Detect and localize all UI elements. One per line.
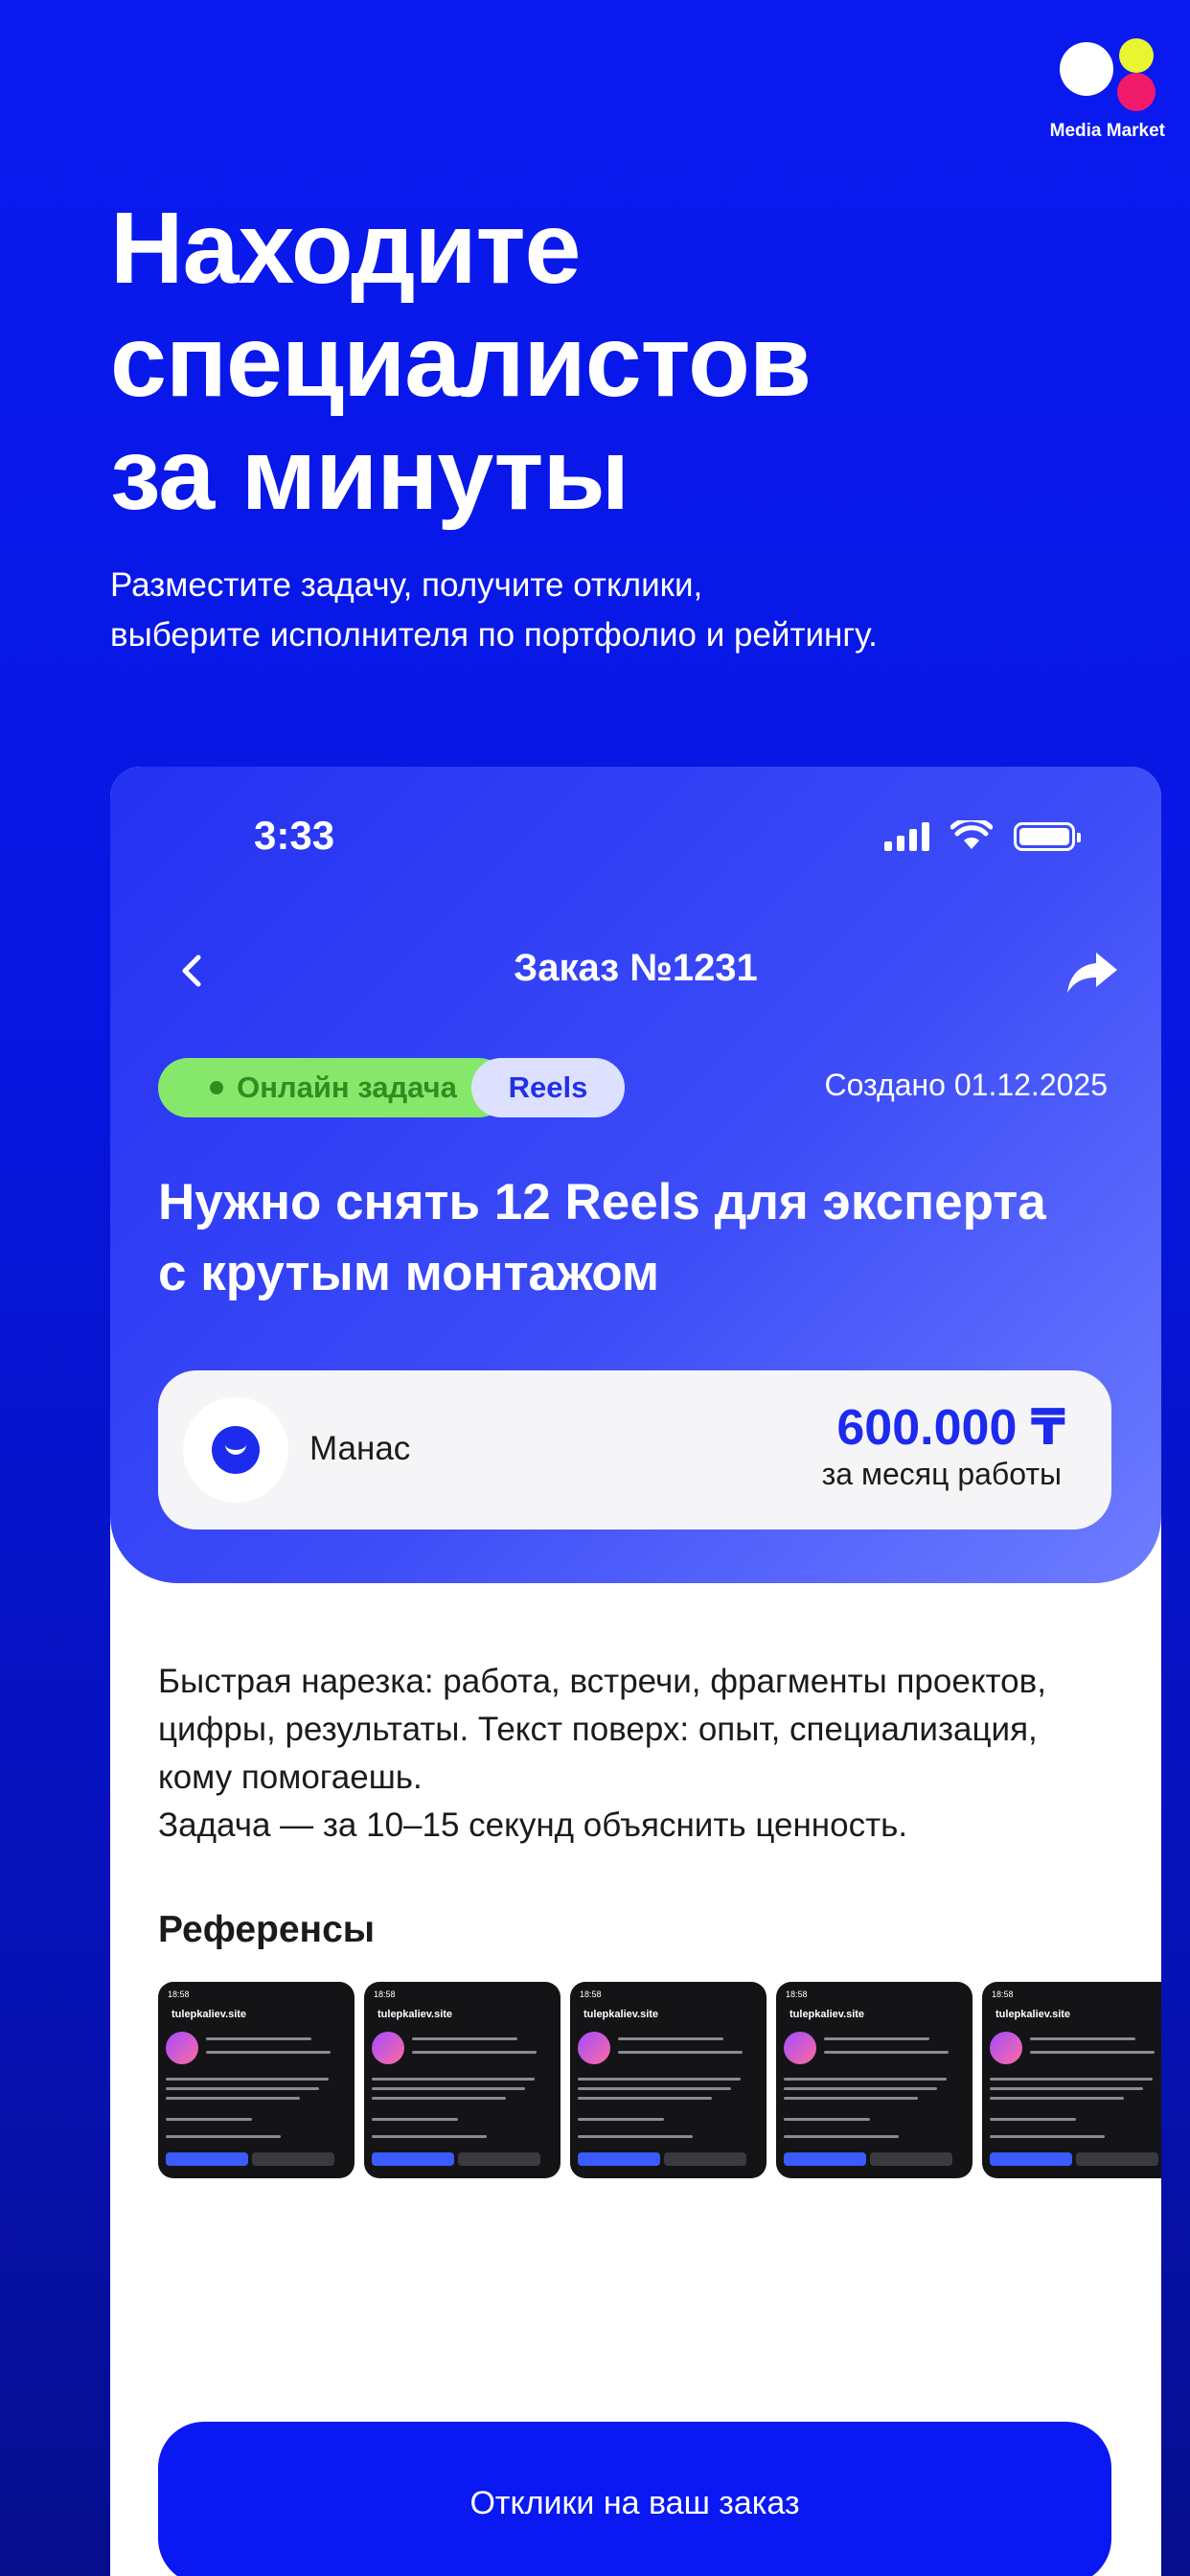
ref-username: tulepkaliev.site xyxy=(584,2009,659,2020)
order-description: Быстрая нарезка: работа, встречи, фрагме… xyxy=(158,1658,1126,1850)
brand-name: Media Market xyxy=(1049,121,1165,141)
hero-subtitle-line: выберите исполнителя по портфолио и рейт… xyxy=(110,616,878,654)
ref-username: tulepkaliev.site xyxy=(995,2009,1071,2020)
tag-reels: Reels xyxy=(471,1058,625,1117)
ref-username: tulepkaliev.site xyxy=(172,2009,247,2020)
price-note: за месяц работы xyxy=(821,1457,1062,1491)
order-title-line: с крутым монтажом xyxy=(158,1245,660,1301)
description-line: кому помогаешь. xyxy=(158,1759,423,1796)
hero-subtitle: Разместите задачу, получите отклики, выб… xyxy=(110,561,1116,660)
ref-time: 18:58 xyxy=(168,1990,190,1999)
logo-dot-white xyxy=(1060,42,1113,96)
customer-name: Манас xyxy=(309,1430,411,1467)
description-line: цифры, результаты. Текст поверх: опыт, с… xyxy=(158,1711,1038,1748)
references-list: 18:58 tulepkaliev.site 18:58 tulepkaliev… xyxy=(158,1982,1161,2178)
cellular-signal-icon xyxy=(884,822,929,851)
hero-title-line: Находите xyxy=(110,192,581,305)
description-line: Быстрая нарезка: работа, встречи, фрагме… xyxy=(158,1663,1046,1700)
avatar xyxy=(183,1397,288,1503)
phone-mockup: 3:33 Заказ №1231 Онлайн задача Reels Соз… xyxy=(110,767,1161,2576)
description-line: Задача — за 10–15 секунд объяснить ценно… xyxy=(158,1806,908,1844)
battery-icon xyxy=(1014,822,1081,851)
order-title-line: Нужно снять 12 Reels для эксперта xyxy=(158,1174,1046,1230)
hero-subtitle-line: Разместите задачу, получите отклики, xyxy=(110,566,703,604)
ref-avatar xyxy=(784,2032,816,2064)
ref-time: 18:58 xyxy=(580,1990,602,1999)
created-date: Создано 01.12.2025 xyxy=(824,1068,1109,1102)
ref-time: 18:58 xyxy=(786,1990,808,1999)
ref-avatar xyxy=(578,2032,610,2064)
customer-card[interactable]: Манас 600.000 ₸ за месяц работы xyxy=(158,1370,1111,1530)
media-market-logo: Media Market xyxy=(1050,38,1165,144)
ref-time: 18:58 xyxy=(992,1990,1014,1999)
price: 600.000 ₸ xyxy=(836,1400,1065,1456)
ref-avatar xyxy=(166,2032,198,2064)
tag-online-label: Онлайн задача xyxy=(237,1070,457,1104)
ref-avatar xyxy=(372,2032,404,2064)
order-title: Нужно снять 12 Reels для эксперта с крут… xyxy=(158,1167,1116,1309)
logo-dot-pink xyxy=(1117,73,1156,111)
share-arrow-icon[interactable] xyxy=(1065,951,1119,995)
status-icons xyxy=(884,820,1081,851)
reference-thumbnail[interactable]: 18:58 tulepkaliev.site xyxy=(158,1982,355,2178)
logo-dot-yellow xyxy=(1119,38,1154,73)
ref-avatar xyxy=(990,2032,1022,2064)
ref-username: tulepkaliev.site xyxy=(790,2009,865,2020)
tag-online-task: Онлайн задача xyxy=(158,1058,509,1117)
reference-thumbnail[interactable]: 18:58 tulepkaliev.site xyxy=(570,1982,767,2178)
reference-thumbnail[interactable]: 18:58 tulepkaliev.site xyxy=(364,1982,561,2178)
hero-title: Находите специалистов за минуты xyxy=(110,192,1068,531)
reference-thumbnail[interactable]: 18:58 tulepkaliev.site xyxy=(982,1982,1161,2178)
order-number-title: Заказ №1231 xyxy=(514,947,758,989)
smile-icon xyxy=(212,1426,260,1474)
reference-thumbnail[interactable]: 18:58 tulepkaliev.site xyxy=(776,1982,973,2178)
wifi-icon xyxy=(950,820,993,849)
ref-time: 18:58 xyxy=(374,1990,396,1999)
hero-title-line: специалистов xyxy=(110,305,812,418)
references-title: Референсы xyxy=(158,1909,376,1950)
order-header: 3:33 Заказ №1231 Онлайн задача Reels Соз… xyxy=(110,767,1161,1583)
status-time: 3:33 xyxy=(254,813,335,858)
online-dot-icon xyxy=(210,1081,224,1094)
hero-title-line: за минуты xyxy=(110,418,629,531)
ref-username: tulepkaliev.site xyxy=(378,2009,453,2020)
responses-button[interactable]: Отклики на ваш заказ xyxy=(158,2422,1111,2576)
